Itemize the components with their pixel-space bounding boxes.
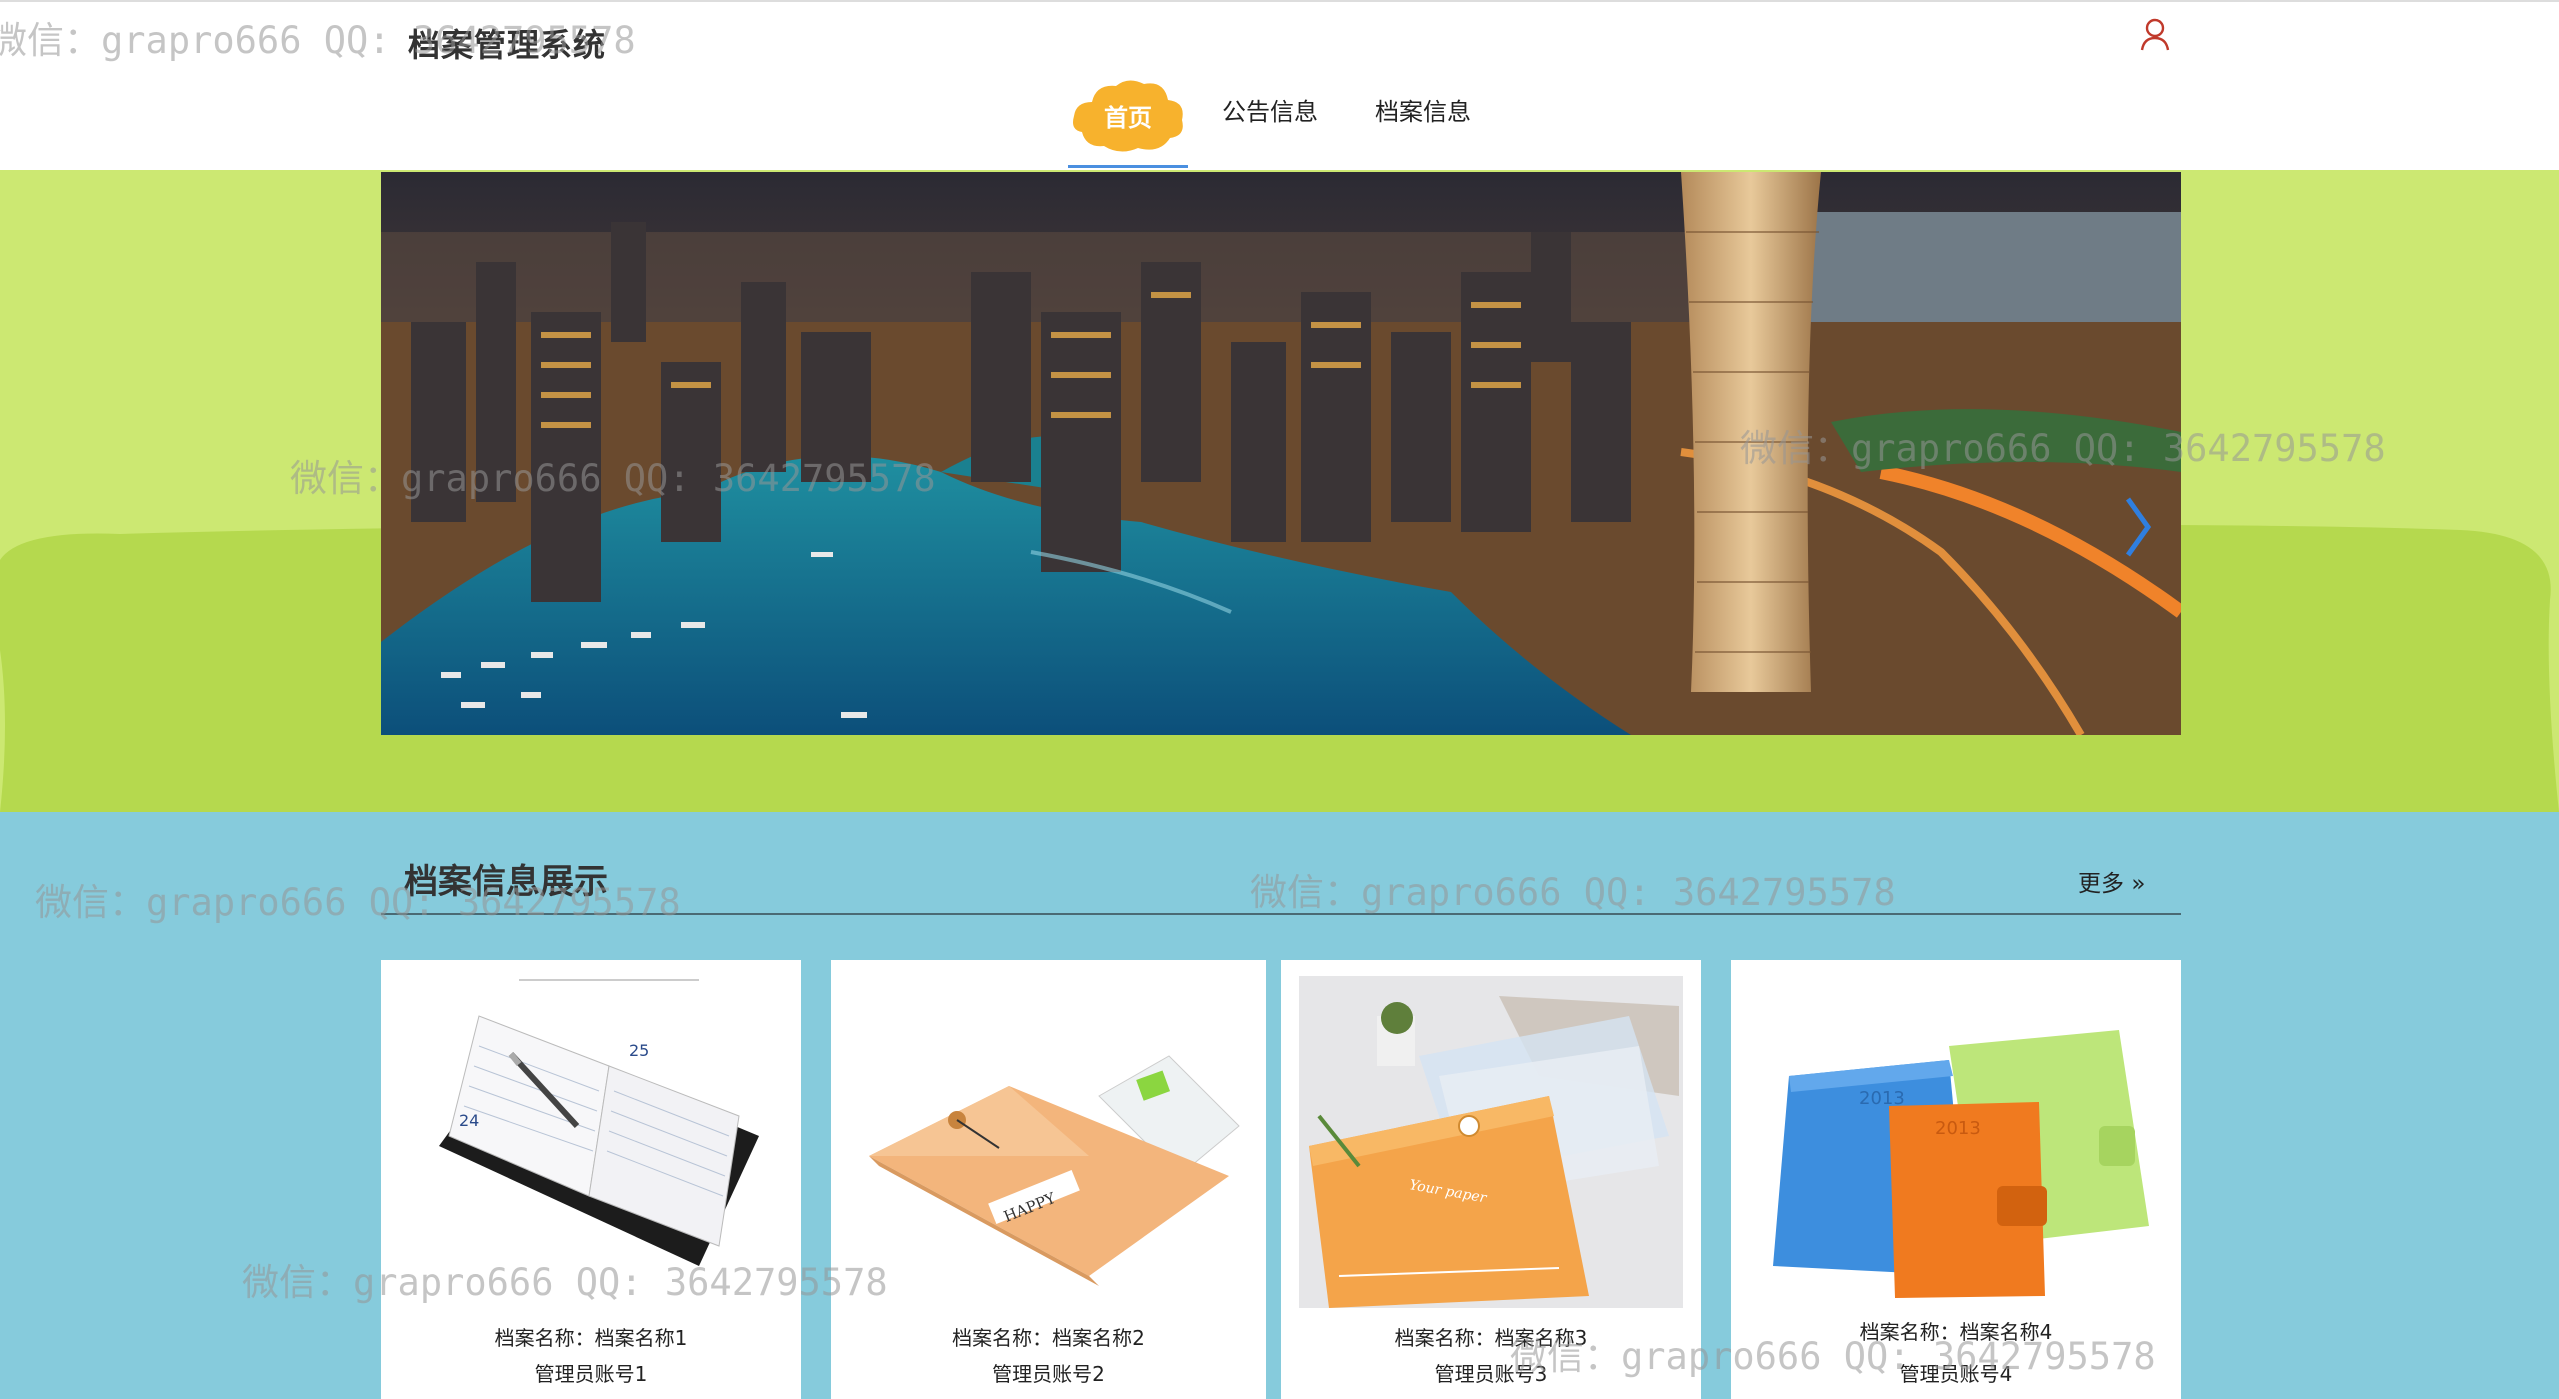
nav-archives[interactable]: 档案信息 bbox=[1375, 92, 1471, 127]
svg-text:2013: 2013 bbox=[1935, 1118, 1981, 1139]
main-nav: 首页 公告信息 档案信息 bbox=[0, 62, 2559, 168]
double-chevron-right-icon: » bbox=[2131, 871, 2146, 897]
watermark: 微信：grapro666 QQ: 3642795578 bbox=[242, 1261, 888, 1304]
leather-notebooks-image: 2013 2013 bbox=[1749, 976, 2163, 1306]
watermark: 微信：grapro666 QQ: 3642795578 bbox=[1510, 1335, 2156, 1378]
svg-text:24: 24 bbox=[459, 1111, 479, 1130]
card-archive-name: 档案名称：档案名称2 bbox=[952, 1326, 1145, 1350]
card-admin-account: 管理员账号1 bbox=[534, 1362, 648, 1386]
archive-card-1[interactable]: 24 25 档案名称：档案名称1 管理员账号1 bbox=[381, 960, 801, 1399]
kraft-envelope-image: HAPPY bbox=[849, 976, 1249, 1306]
archive-card-2[interactable]: HAPPY 档案名称：档案名称2 管理员账号2 bbox=[831, 960, 1266, 1399]
user-icon[interactable] bbox=[2138, 16, 2172, 54]
card-admin-account: 管理员账号2 bbox=[992, 1362, 1105, 1386]
watermark: 微信：grapro666 QQ: 3642795578 bbox=[290, 457, 936, 500]
more-link[interactable]: 更多 » bbox=[2078, 864, 2145, 898]
carousel-next-arrow-icon[interactable] bbox=[2122, 495, 2152, 559]
nav-active-underline bbox=[1068, 165, 1188, 168]
plastic-file-folders-image: Your paper bbox=[1299, 976, 1683, 1308]
nav-home-label: 首页 bbox=[1104, 104, 1152, 132]
watermark: 微信：grapro666 QQ: 3642795578 bbox=[35, 881, 681, 924]
nav-notices[interactable]: 公告信息 bbox=[1222, 92, 1318, 127]
watermark: 微信：grapro666 QQ: 3642795578 bbox=[1740, 427, 2386, 470]
more-link-label: 更多 bbox=[2078, 871, 2124, 897]
watermark: 微信：grapro666 QQ: 3642795578 bbox=[0, 19, 636, 62]
watermark: 微信：grapro666 QQ: 3642795578 bbox=[1250, 871, 1896, 914]
nav-home[interactable]: 首页 bbox=[1068, 72, 1188, 168]
card-archive-name: 档案名称：档案名称1 bbox=[494, 1326, 688, 1350]
svg-text:25: 25 bbox=[629, 1041, 649, 1060]
